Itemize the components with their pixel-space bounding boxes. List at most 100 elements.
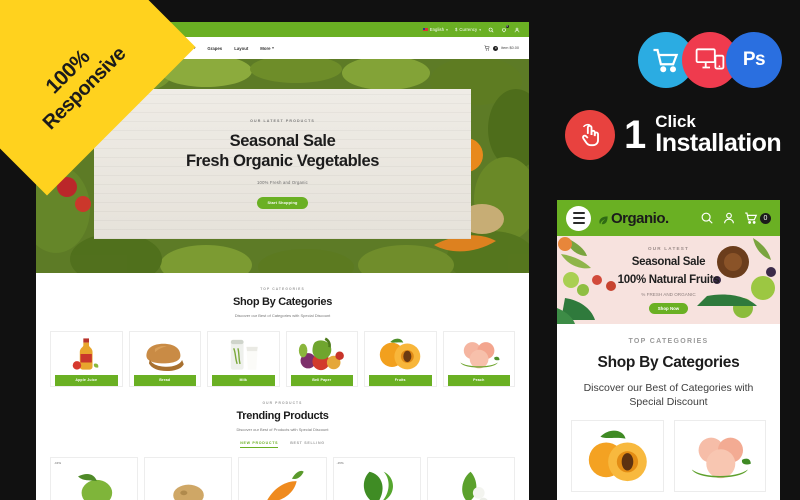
mobile-product-card[interactable]: [571, 420, 664, 493]
menu-item-grapes[interactable]: Grapes: [207, 46, 222, 51]
green-leaf-icon: [364, 471, 394, 500]
bread-loaf-icon: [134, 336, 197, 372]
products-section: OUR PRODUCTS Trending Products Discover …: [36, 386, 529, 448]
categories-section: TOP CATEGORIES Shop By Categories Discov…: [36, 273, 529, 318]
product-card[interactable]: [238, 456, 327, 500]
mobile-cart-widget[interactable]: 0: [744, 211, 771, 225]
mobile-header-icons: 0: [700, 211, 771, 225]
category-card[interactable]: Bell Paper: [285, 331, 358, 387]
peach-pile-icon: [691, 437, 751, 479]
menu-item-layout[interactable]: Layout: [234, 46, 248, 51]
hero-kicker: OUR LATEST PRODUCTS: [250, 118, 315, 123]
menu-label: Grapes: [207, 45, 223, 51]
category-card[interactable]: Peach: [442, 331, 515, 387]
mobile-product-list: [557, 409, 780, 493]
potato-icon: [173, 484, 204, 500]
mobile-categories-description: Discover our Best of Categories with Spe…: [583, 382, 754, 409]
mobile-header: Organio. 0: [557, 200, 780, 236]
category-label: Bell Paper: [290, 375, 353, 386]
burger-line: [572, 212, 585, 215]
user-icon[interactable]: [514, 27, 520, 33]
mobile-logo-text: Organio.: [611, 209, 669, 227]
wishlist-count-badge: 0: [505, 25, 509, 29]
right-rail: Ps 1 Click Installation Organio. 0 OUR L…: [540, 0, 800, 500]
click-hand-icon: [565, 110, 615, 160]
mobile-product-card[interactable]: [673, 420, 766, 493]
tab-best-selling[interactable]: BEST SELLING: [290, 441, 325, 448]
menu-label: More: [260, 45, 271, 51]
cart-widget[interactable]: 0 item $0.00: [484, 45, 519, 51]
mixed-vegetables-icon: [291, 336, 354, 372]
juice-bottle-icon: [55, 336, 118, 372]
flag-icon: [422, 27, 428, 32]
category-label: Peach: [447, 375, 510, 386]
product-card[interactable]: [144, 456, 233, 500]
mobile-hero-title-line1: Seasonal Sale: [631, 255, 706, 268]
category-card[interactable]: Bread: [128, 331, 201, 387]
category-label: Fruits: [369, 375, 432, 386]
hero-title-line1: Seasonal Sale: [229, 131, 336, 150]
mobile-hero-subtitle: % FRESH AND ORGANIC: [641, 292, 696, 298]
chevron-down-icon: ▾: [479, 27, 481, 32]
category-label: Milk: [212, 375, 275, 386]
leaf-icon: [598, 213, 609, 224]
hamburger-menu-icon[interactable]: [566, 205, 591, 231]
category-card[interactable]: Apple Juice: [50, 331, 123, 387]
hero-content-panel: OUR LATEST PRODUCTS Seasonal Sale Fresh …: [94, 89, 471, 239]
cart-icon: [744, 211, 758, 225]
mobile-hero-banner: OUR LATEST Seasonal Sale 100% Natural Fr…: [557, 236, 780, 324]
menu-item-more[interactable]: More ▾: [260, 46, 273, 51]
cart-count-badge: 0: [493, 45, 499, 51]
categories-kicker: TOP CATEGORIES: [260, 287, 305, 291]
burger-line: [572, 217, 585, 219]
cart-total-text: item $0.00: [501, 46, 519, 50]
chevron-down-icon: ▾: [272, 46, 274, 50]
mobile-categories-section: TOP CATEGORIES Shop By Categories Discov…: [557, 324, 780, 409]
user-icon[interactable]: [722, 211, 736, 225]
discount-badge: -10%: [54, 460, 62, 465]
photoshop-label: Ps: [742, 49, 766, 70]
topbar-utilities: English ▾ $ Currency ▾ 0: [422, 25, 520, 33]
one-click-installation-badge: 1 Click Installation: [565, 110, 782, 160]
product-card[interactable]: -15%: [332, 456, 421, 500]
language-selector[interactable]: English ▾: [422, 27, 448, 32]
install-word-installation: Installation: [655, 129, 782, 158]
install-word-click: Click: [655, 112, 696, 132]
mobile-categories-title: Shop By Categories: [597, 354, 740, 371]
category-card[interactable]: Fruits: [364, 331, 437, 387]
wishlist-icon[interactable]: 0: [501, 25, 509, 33]
product-tabs: NEW PRODUCTS BEST SELLING: [36, 441, 529, 448]
feature-badge-group: Ps: [638, 32, 782, 88]
category-card[interactable]: Milk: [207, 331, 280, 387]
burger-line: [572, 221, 585, 224]
language-label: English: [429, 27, 445, 32]
search-icon[interactable]: [488, 27, 494, 33]
mobile-hero-kicker: OUR LATEST: [647, 245, 689, 251]
search-icon[interactable]: [700, 211, 714, 225]
mobile-site-logo[interactable]: Organio.: [598, 210, 669, 227]
chevron-down-icon: ▾: [446, 27, 448, 32]
product-card[interactable]: [426, 456, 516, 500]
currency-selector[interactable]: $ Currency ▾: [455, 27, 481, 32]
tab-new-products[interactable]: NEW PRODUCTS: [240, 441, 279, 448]
categories-title: Shop By Categories: [232, 296, 333, 308]
start-shopping-button[interactable]: Start Shopping: [257, 197, 308, 210]
install-number: 1: [624, 113, 647, 157]
category-label: Bread: [133, 375, 196, 386]
cart-icon: [484, 45, 490, 51]
hero-subtitle: 100% Fresh and Organic: [257, 180, 308, 186]
currency-symbol: $: [454, 27, 458, 32]
menu-label: Layout: [234, 45, 249, 51]
responsive-devices-icon: [695, 48, 725, 70]
mobile-shop-now-button[interactable]: Shop Now: [648, 303, 689, 315]
milk-glass-icon: [212, 336, 275, 372]
currency-label: Currency: [459, 27, 478, 32]
mobile-hero-title-line2: 100% Natural Fruits: [617, 274, 720, 286]
product-card[interactable]: -10%: [50, 456, 139, 500]
products-kicker: OUR PRODUCTS: [262, 400, 303, 405]
mobile-preview-mockup: Organio. 0 OUR LATEST Seasonal Sale 100%…: [557, 200, 780, 500]
peach-basket-icon: [448, 336, 511, 372]
products-description: Discover our Best of Products with Speci…: [236, 426, 329, 432]
product-card-list: -10% -15%: [36, 448, 529, 500]
mobile-categories-kicker: TOP CATEGORIES: [628, 338, 709, 345]
